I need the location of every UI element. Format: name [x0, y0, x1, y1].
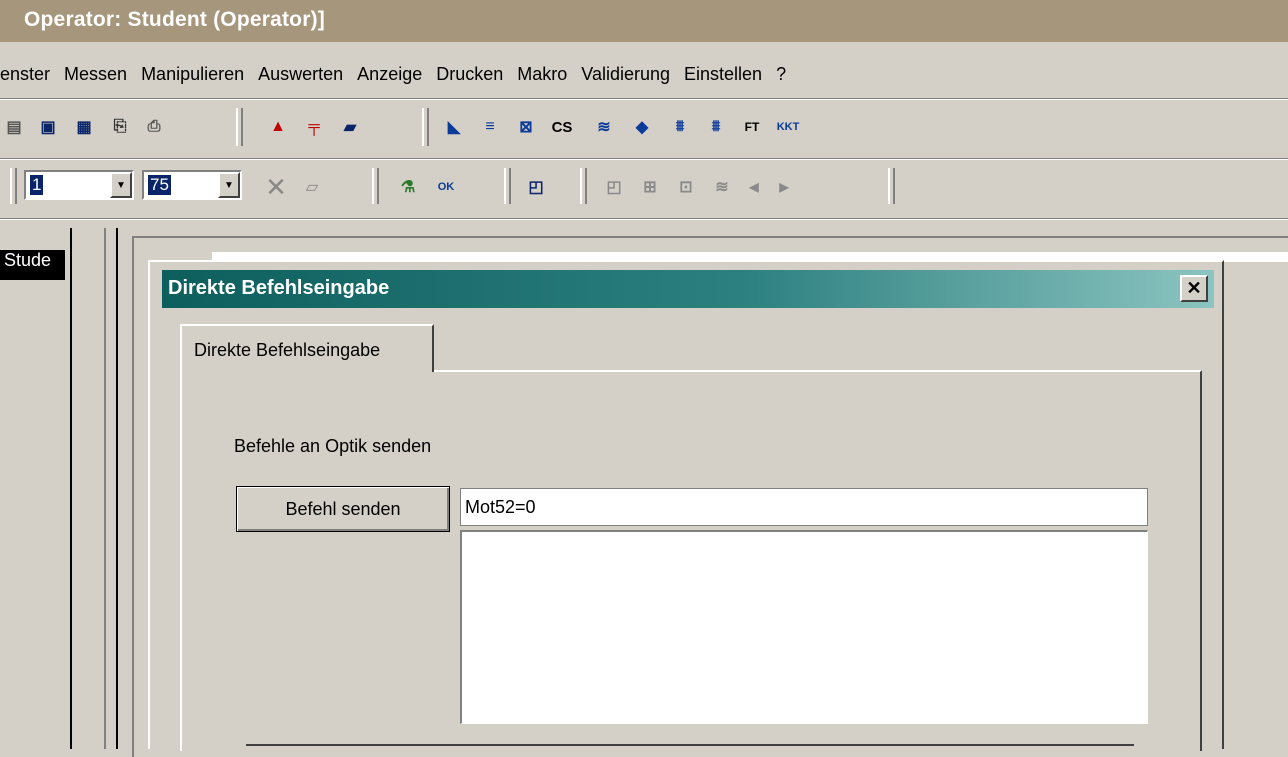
combo-2-value: 75 — [148, 175, 171, 195]
toolbar-separator — [888, 168, 895, 204]
menu-help[interactable]: ? — [776, 64, 786, 85]
command-input[interactable] — [460, 488, 1148, 526]
output-area[interactable] — [460, 530, 1148, 724]
combo-1-value: 1 — [30, 175, 44, 195]
smooth-icon[interactable]: ≋ — [590, 114, 618, 140]
normalize-icon[interactable]: ⊠ — [512, 114, 540, 140]
cascade-icon: ◰ — [606, 179, 622, 196]
combo-1[interactable]: 1 ▼ — [24, 170, 134, 200]
menu-manipulieren[interactable]: Manipulieren — [141, 64, 244, 85]
tab-label: Direkte Befehlseingabe — [194, 340, 381, 360]
chevron-down-icon[interactable]: ▼ — [110, 172, 132, 198]
toolbar-separator — [580, 168, 587, 204]
menu-validierung[interactable]: Validierung — [581, 64, 670, 85]
baseline-icon[interactable]: ◣ — [440, 114, 468, 140]
mdi-border — [132, 236, 134, 757]
mdi-border — [116, 228, 118, 749]
title-bar: Operator: Student (Operator)] — [0, 0, 1288, 42]
menu-makro[interactable]: Makro — [517, 64, 567, 85]
menu-messen[interactable]: Messen — [64, 64, 127, 85]
table-window-icon[interactable]: ▦ — [70, 114, 98, 140]
toolbar-separator — [422, 108, 429, 146]
printer-icon[interactable]: ⎙ — [140, 114, 168, 140]
peaks-icon[interactable]: ⩩ — [666, 114, 694, 140]
toolbar-divider — [0, 218, 1288, 220]
tab-direkte-befehlseingabe[interactable]: Direkte Befehlseingabe — [180, 324, 434, 372]
scale-icon[interactable]: ≡ — [476, 114, 504, 140]
instrument-icon[interactable]: ▰ — [336, 114, 364, 140]
cs-icon[interactable]: CS — [548, 114, 576, 140]
command-dialog: Direkte Befehlseingabe ✕ Direkte Befehls… — [148, 260, 1224, 751]
combo-2[interactable]: 75 ▼ — [142, 170, 242, 200]
peak-pick-icon[interactable]: ╤ — [300, 114, 328, 140]
toolbar-separator — [504, 168, 511, 204]
menu-auswerten[interactable]: Auswerten — [258, 64, 343, 85]
left-arrow-icon: ◀ — [749, 180, 759, 194]
toolbar-divider — [0, 158, 1288, 160]
section-label: Befehle an Optik senden — [234, 436, 432, 456]
send-command-button[interactable]: Befehl senden — [236, 486, 450, 532]
mdi-border — [70, 228, 72, 749]
menu-drucken[interactable]: Drucken — [436, 64, 503, 85]
derivative-icon[interactable]: ◆ — [628, 114, 656, 140]
mdi-window-student[interactable]: Stude — [0, 250, 65, 280]
right-arrow-icon: ▶ — [779, 180, 789, 194]
toolbar-separator — [372, 168, 379, 204]
peak-icon[interactable]: ▲ — [264, 114, 292, 140]
menu-einstellen[interactable]: Einstellen — [684, 64, 762, 85]
tile-icon: ⊞ — [643, 179, 657, 196]
eraser-icon[interactable]: ▱ — [298, 174, 326, 200]
mdi-border — [104, 228, 106, 749]
dialog-title: Direkte Befehlseingabe — [168, 277, 390, 299]
close-icon[interactable]: ✕ — [1180, 275, 1208, 302]
window-icon[interactable]: ◰ — [522, 174, 550, 200]
toolbar-separator — [10, 168, 17, 204]
window-title: Operator: Student (Operator)] — [24, 8, 325, 31]
sample-icon[interactable]: ⚗ — [394, 174, 422, 200]
menu-bar: enster Messen Manipulieren Auswerten Anz… — [0, 56, 1288, 92]
mdi-border — [132, 236, 1288, 238]
network-icon[interactable]: ⎘ — [106, 114, 134, 140]
dialog-title-bar[interactable]: Direkte Befehlseingabe ✕ — [162, 270, 1214, 308]
peaks-2-icon[interactable]: ⩩ — [702, 114, 730, 140]
arrange-icon: ⊡ — [679, 179, 693, 196]
menu-anzeige[interactable]: Anzeige — [357, 64, 422, 85]
ok-icon[interactable]: OK — [432, 174, 460, 200]
kkt-icon[interactable]: KKT — [774, 114, 802, 140]
toolbar-separator — [236, 108, 243, 146]
toolbar-divider — [0, 98, 1288, 100]
chevron-down-icon[interactable]: ▼ — [218, 172, 240, 198]
close-icon[interactable]: ✕ — [262, 172, 290, 202]
document-icon[interactable]: ▤ — [0, 114, 28, 140]
groupbox-bottom-edge — [246, 744, 1134, 746]
spectrum-window-icon[interactable]: ▣ — [34, 114, 62, 140]
overlay-icon: ≋ — [715, 179, 729, 196]
menu-fenster[interactable]: enster — [0, 64, 50, 85]
ft-icon[interactable]: FT — [738, 114, 766, 140]
